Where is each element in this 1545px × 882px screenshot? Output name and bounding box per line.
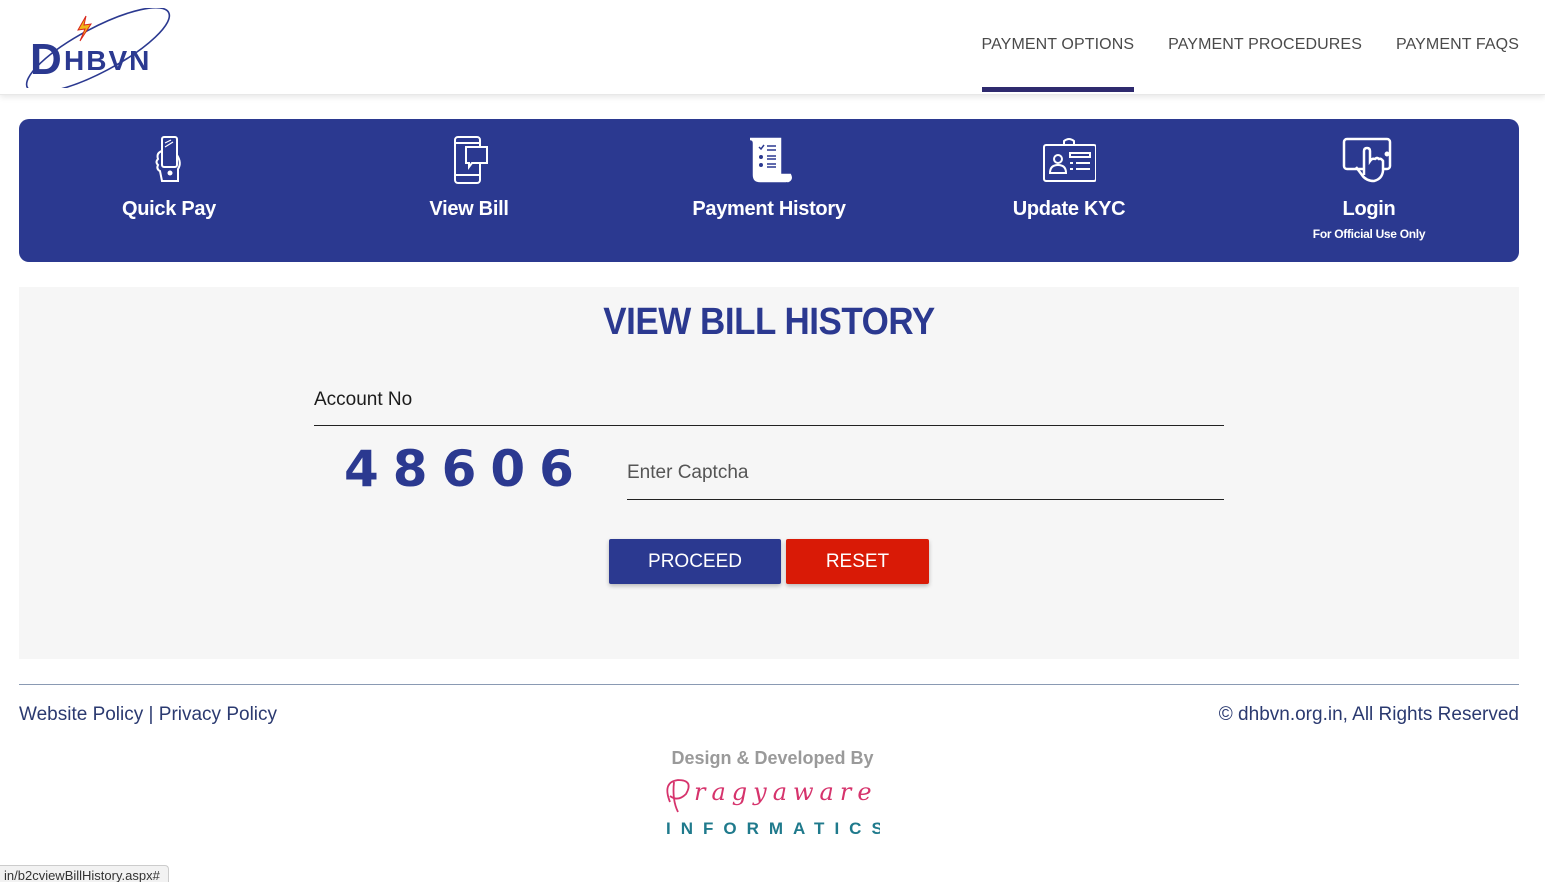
status-bar-url: in/b2cviewBillHistory.aspx# — [0, 865, 169, 882]
page-title: VIEW BILL HISTORY — [603, 301, 935, 343]
developer-credit: Design & Developed By — [671, 748, 874, 768]
nav-payment-faqs[interactable]: PAYMENT FAQS — [1396, 0, 1519, 94]
service-login[interactable]: Login For Official Use Only — [1219, 119, 1519, 262]
pragyaware-logo[interactable]: ragyaware INFORMATICS — [660, 772, 880, 840]
top-nav: PAYMENT OPTIONS PAYMENT PROCEDURES PAYME… — [948, 0, 1520, 94]
logo-letter-d: D — [30, 35, 62, 84]
proceed-button[interactable]: PROCEED — [609, 539, 781, 584]
service-label: View Bill — [429, 198, 509, 220]
service-payment-history[interactable]: Payment History — [619, 119, 919, 262]
privacy-policy-link[interactable]: Privacy Policy — [159, 704, 277, 725]
logo-letters: HBVN — [64, 45, 151, 76]
phone-message-icon — [454, 136, 488, 184]
hand-phone-icon — [155, 136, 181, 182]
service-view-bill[interactable]: View Bill — [319, 119, 619, 262]
bill-history-form: VIEW BILL HISTORY 48606 PROCEED RESET — [19, 287, 1519, 659]
link-separator: | — [143, 704, 159, 725]
captcha-field — [627, 447, 1224, 500]
captcha-image: 48606 — [344, 440, 588, 498]
service-update-kyc[interactable]: Update KYC — [919, 119, 1219, 262]
services-banner: Quick Pay View Bill Payment History Upda… — [19, 119, 1519, 262]
nav-payment-procedures[interactable]: PAYMENT PROCEDURES — [1168, 0, 1362, 94]
id-card-icon — [1043, 138, 1096, 182]
dhbvn-logo[interactable]: D HBVN — [18, 8, 178, 88]
website-policy-link[interactable]: Website Policy — [19, 704, 143, 725]
service-sublabel: For Official Use Only — [1312, 227, 1426, 241]
service-label: Update KYC — [1012, 198, 1126, 220]
vendor-name: ragyaware — [694, 778, 878, 806]
form-actions: PROCEED RESET — [609, 539, 929, 584]
receipt-scroll-icon — [749, 137, 792, 183]
account-no-field — [314, 375, 1224, 426]
service-label: Payment History — [692, 198, 846, 220]
copyright-text: © dhbvn.org.in, All Rights Reserved — [1218, 704, 1519, 725]
service-label: Quick Pay — [121, 198, 217, 220]
captcha-input[interactable] — [627, 447, 1224, 499]
footer-links: Website Policy | Privacy Policy — [19, 704, 277, 726]
nav-payment-options[interactable]: PAYMENT OPTIONS — [981, 0, 1135, 94]
site-header: D HBVN PAYMENT OPTIONS PAYMENT PROCEDURE… — [0, 0, 1545, 95]
service-quick-pay[interactable]: Quick Pay — [19, 119, 319, 262]
service-label: Login — [1342, 198, 1396, 220]
account-no-input[interactable] — [314, 375, 1224, 425]
vendor-sub: INFORMATICS — [666, 819, 880, 838]
tablet-touch-icon — [1342, 137, 1392, 183]
reset-button[interactable]: RESET — [786, 539, 929, 584]
footer-divider — [19, 684, 1519, 685]
